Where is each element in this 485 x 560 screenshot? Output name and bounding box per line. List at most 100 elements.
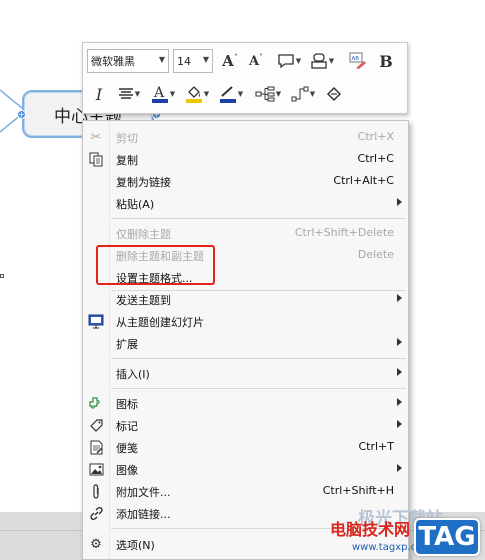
- line-style-icon[interactable]: ▼: [287, 82, 319, 106]
- italic-button[interactable]: I: [87, 82, 111, 106]
- menu-item-shortcut: Delete: [357, 248, 394, 261]
- fill-color-icon[interactable]: ▼: [181, 82, 213, 106]
- topic-style-icon[interactable]: ▼: [305, 49, 339, 73]
- clear-format-glyph: AB: [349, 52, 366, 69]
- font-family-select[interactable]: 微软雅黑 ▼: [87, 49, 169, 73]
- menu-item-copy-as-link[interactable]: 复制为链接 Ctrl+Alt+C: [83, 170, 408, 192]
- submenu-arrow-icon: [397, 294, 402, 302]
- watermark-tag-text: TAG: [418, 522, 476, 552]
- menu-item-label: 附加文件...: [116, 486, 171, 499]
- line-color-glyph: [219, 86, 236, 103]
- font-family-value: 微软雅黑: [91, 55, 135, 68]
- tag-icon: [88, 417, 104, 433]
- fill-color-glyph: [185, 86, 202, 103]
- note-icon: [88, 439, 104, 455]
- align-icon[interactable]: ▼: [113, 82, 145, 106]
- menu-item-marker[interactable]: 标记: [83, 414, 408, 436]
- paperclip-icon: [88, 483, 104, 499]
- menu-item-label: 复制: [116, 154, 138, 167]
- resize-handle[interactable]: [0, 274, 4, 278]
- font-size-value: 14: [177, 54, 191, 68]
- structure-icon[interactable]: ▼: [251, 82, 285, 106]
- submenu-arrow-icon: [397, 420, 402, 428]
- image-icon: [88, 461, 104, 477]
- chevron-down-icon: ▼: [295, 57, 302, 65]
- font-grow-icon[interactable]: A ˄: [217, 49, 243, 73]
- menu-item-delete-topic-only[interactable]: 仅删除主题 Ctrl+Shift+Delete: [83, 222, 408, 244]
- menu-item-label: 标记: [116, 420, 138, 433]
- menu-item-insert[interactable]: 插入(I): [83, 362, 408, 384]
- chevron-down-icon: ▼: [309, 90, 316, 98]
- menu-item-paste[interactable]: 粘贴(A): [83, 192, 408, 214]
- align-glyph: [118, 88, 133, 99]
- italic-icon: I: [95, 84, 103, 104]
- scissors-icon: ✂: [90, 129, 102, 145]
- chevron-down-icon: ▼: [203, 90, 210, 98]
- menu-item-label: 从主题创建幻灯片: [116, 316, 204, 329]
- structure-glyph: [255, 86, 275, 102]
- font-shrink-glyph: A: [248, 53, 260, 69]
- shape-icon[interactable]: ▼: [273, 49, 305, 73]
- menu-separator: [111, 218, 406, 219]
- clear-format-icon[interactable]: AB: [343, 49, 371, 73]
- menu-item-label: 图像: [116, 464, 138, 477]
- chevron-down-icon: ▼: [237, 90, 244, 98]
- format-painter-glyph: [326, 86, 342, 102]
- menu-item-label: 插入(I): [116, 368, 150, 381]
- menu-item-shortcut: Ctrl+Shift+Delete: [294, 226, 394, 239]
- submenu-arrow-icon: [397, 338, 402, 346]
- chevron-down-icon: ▼: [275, 90, 282, 98]
- menu-item-label: 选项(N): [116, 539, 155, 552]
- menu-item-label: 图标: [116, 398, 138, 411]
- font-color-icon[interactable]: A ▼: [147, 82, 179, 106]
- shrink-caret: ˅: [259, 52, 264, 62]
- format-toolbar: 微软雅黑 ▼ 14 ▼ A ˄ A ˅ ▼ ▼ AB B I ▼ A ▼ ▼ ▼…: [82, 42, 408, 114]
- menu-item-note[interactable]: 便笺 Ctrl+T: [83, 436, 408, 458]
- menu-item-shortcut: Ctrl+X: [357, 130, 394, 143]
- chevron-down-icon: ▼: [202, 55, 209, 64]
- bold-button[interactable]: B: [373, 49, 399, 73]
- menu-item-label: 仅删除主题: [116, 228, 171, 241]
- font-shrink-icon[interactable]: A ˅: [243, 49, 269, 73]
- chevron-down-icon: ▼: [158, 55, 165, 64]
- submenu-arrow-icon: [397, 368, 402, 376]
- menu-item-label: 复制为链接: [116, 176, 171, 189]
- grow-caret: ˄: [233, 52, 238, 62]
- watermark-tag-logo: TAG: [414, 518, 480, 556]
- menu-item-label: 粘贴(A): [116, 198, 155, 211]
- link-icon: [88, 505, 104, 521]
- topic-add-left-icon[interactable]: +: [17, 110, 26, 119]
- menu-item-send-topic[interactable]: 发送主题到: [83, 288, 408, 310]
- menu-item-label: 便笺: [116, 442, 138, 455]
- toolbar-row-2: I ▼ A ▼ ▼ ▼ ▼ ▼: [87, 80, 347, 108]
- font-size-select[interactable]: 14 ▼: [173, 49, 213, 73]
- submenu-arrow-icon: [397, 398, 402, 406]
- svg-text:A: A: [153, 85, 165, 101]
- menu-item-copy[interactable]: 复制 Ctrl+C: [83, 148, 408, 170]
- menu-item-image[interactable]: 图像: [83, 458, 408, 480]
- slide-icon: [88, 313, 104, 329]
- menu-item-label: 添加链接...: [116, 508, 171, 521]
- menu-item-extend[interactable]: 扩展: [83, 332, 408, 354]
- menu-item-shortcut: Ctrl+T: [358, 440, 394, 453]
- line-color-icon[interactable]: ▼: [215, 82, 247, 106]
- context-menu: ✂ 剪切 Ctrl+X 复制 Ctrl+C 复制为链接 Ctrl+Alt+C 粘…: [82, 120, 409, 560]
- font-grow-glyph: A: [222, 52, 234, 70]
- menu-item-cut[interactable]: ✂ 剪切 Ctrl+X: [83, 126, 408, 148]
- shape-glyph: [278, 54, 294, 69]
- submenu-arrow-icon: [397, 198, 402, 206]
- menu-item-label: 扩展: [116, 338, 138, 351]
- line-style-glyph: [291, 86, 309, 102]
- gear-icon: ⚙: [90, 536, 102, 552]
- menu-item-shortcut: Ctrl+Alt+C: [333, 174, 394, 187]
- format-painter-icon[interactable]: [321, 82, 347, 106]
- bold-icon: B: [379, 51, 393, 71]
- menu-separator: [111, 358, 406, 359]
- highlight-annotation-box: [96, 245, 215, 285]
- menu-item-icon[interactable]: 图标: [83, 392, 408, 414]
- chevron-down-icon: ▼: [134, 90, 141, 98]
- menu-item-attach-file[interactable]: 附加文件... Ctrl+Shift+H: [83, 480, 408, 502]
- menu-item-label: 剪切: [116, 132, 138, 145]
- menu-item-create-slide[interactable]: 从主题创建幻灯片: [83, 310, 408, 332]
- svg-text:AB: AB: [352, 56, 360, 62]
